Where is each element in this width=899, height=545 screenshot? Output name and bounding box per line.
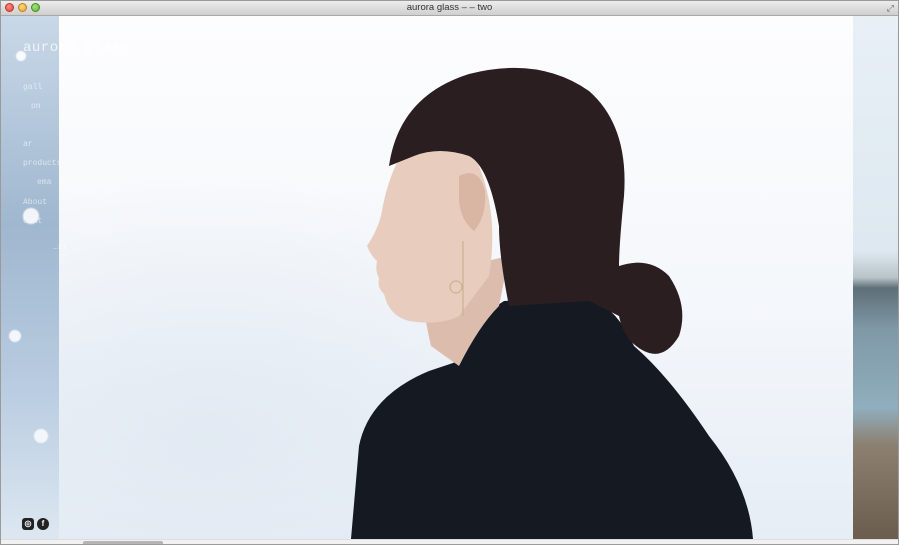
window-title: aurora glass – – two (406, 2, 493, 13)
coat-shape (351, 296, 753, 539)
nav-item-contact[interactable]: Cont (23, 217, 42, 226)
woman-portrait-image (351, 67, 753, 539)
nav-item-on[interactable]: on (31, 102, 41, 111)
horizontal-scrollbar[interactable] (1, 539, 898, 544)
social-links: ◎ f (22, 518, 49, 530)
left-photo-strip (1, 16, 59, 539)
nav-item-last[interactable]: …st (53, 243, 67, 252)
nav-item-ar[interactable]: ar (23, 140, 33, 149)
browser-window: aurora glass – – two ⤢ aurora glass gall… (0, 0, 899, 545)
nav-item-products[interactable]: products (23, 159, 61, 168)
facebook-icon[interactable]: f (37, 518, 49, 530)
nav-item-gallery[interactable]: gall (23, 83, 42, 92)
nav-item-ema[interactable]: ema (37, 178, 51, 187)
nav-item-about[interactable]: About (23, 198, 47, 207)
scrollbar-thumb[interactable] (83, 541, 163, 544)
site-logo[interactable]: aurora glass (23, 40, 130, 56)
title-bar: aurora glass – – two ⤢ (1, 1, 898, 16)
page-viewport: aurora glass gall on ar products ema Abo… (1, 16, 898, 539)
hero-photo (59, 16, 853, 539)
fullscreen-icon[interactable]: ⤢ (887, 3, 894, 14)
right-photo-strip (853, 16, 898, 539)
instagram-icon[interactable]: ◎ (22, 518, 34, 530)
